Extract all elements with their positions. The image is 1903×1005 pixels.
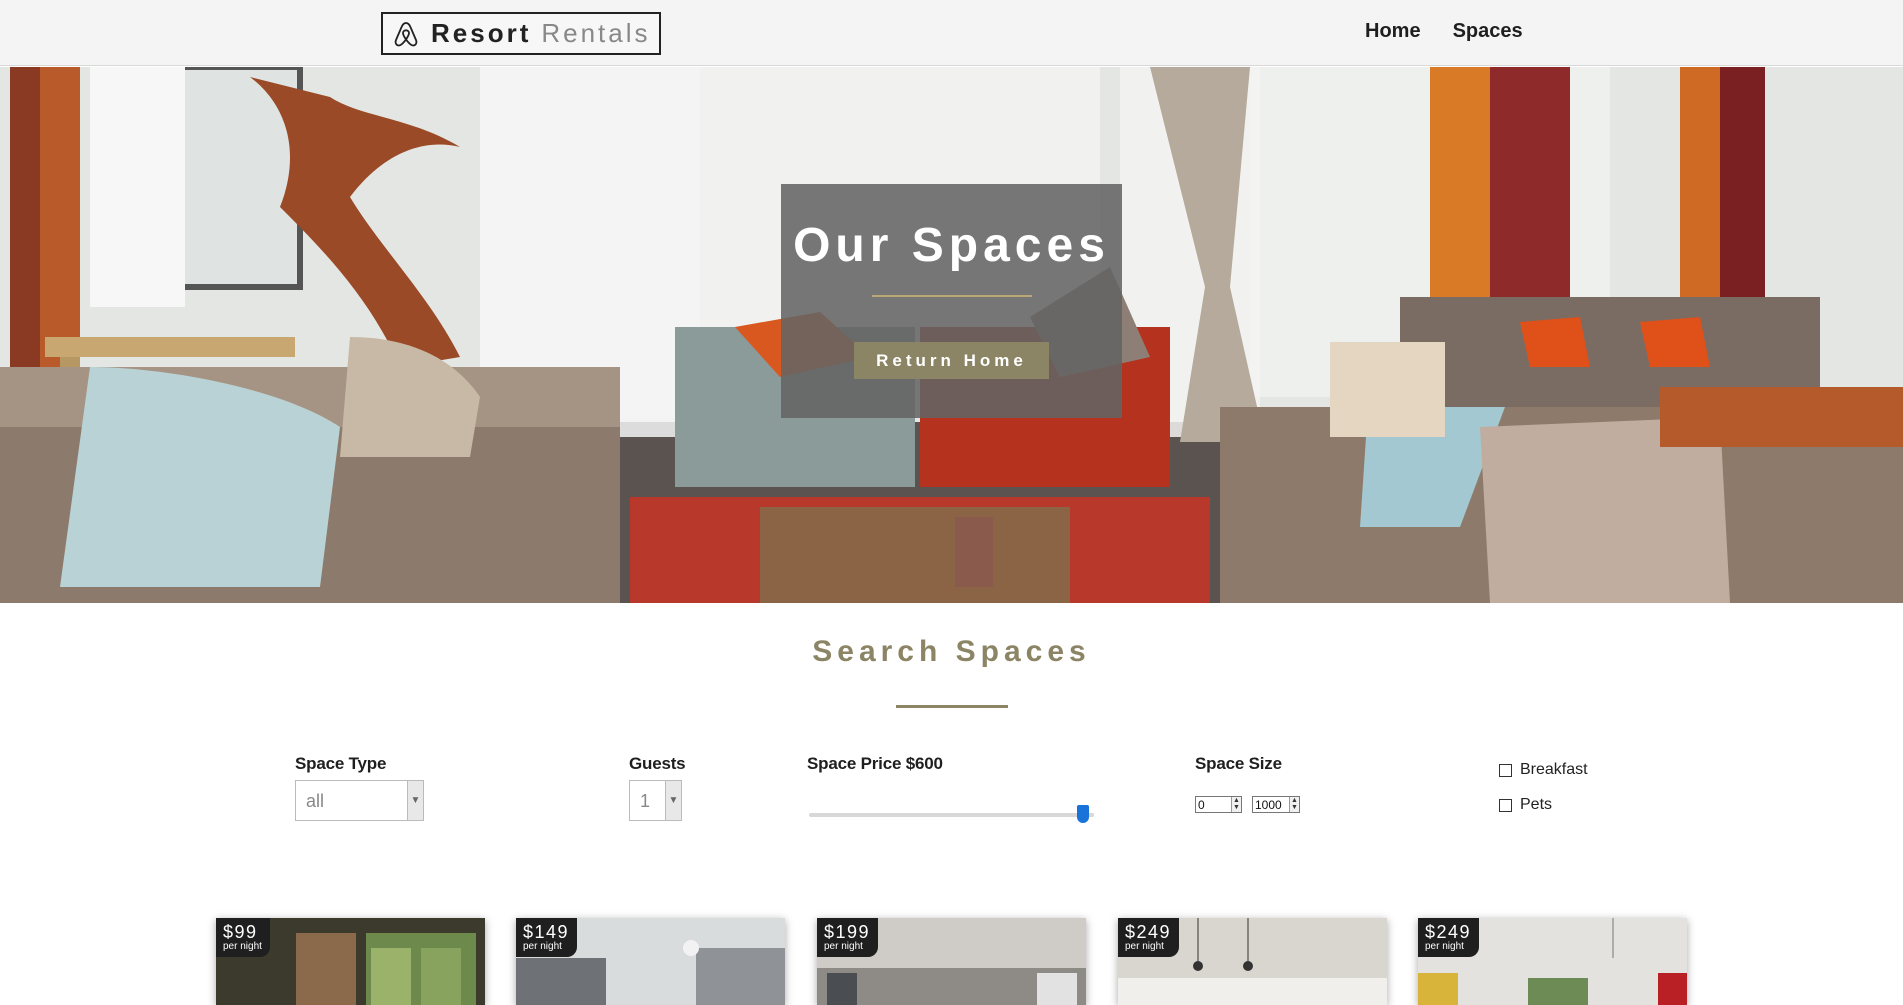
- pets-label: Pets: [1520, 796, 1553, 813]
- pets-checkbox[interactable]: [1499, 798, 1512, 812]
- breakfast-checkbox-row[interactable]: Breakfast: [1499, 761, 1588, 779]
- space-size-min-input[interactable]: 0 ▲ ▼: [1195, 796, 1242, 813]
- chevron-down-icon: ▼: [665, 781, 681, 820]
- card-price-unit: per night: [824, 941, 863, 952]
- guests-value: 1: [640, 791, 651, 811]
- space-card[interactable]: $249 per night: [1118, 918, 1387, 1005]
- breakfast-label: Breakfast: [1520, 761, 1588, 778]
- price-badge: $249 per night: [1118, 918, 1180, 957]
- guests-label: Guests: [629, 754, 686, 773]
- chevron-down-icon: ▼: [407, 781, 423, 820]
- nav-spaces[interactable]: Spaces: [1453, 20, 1523, 43]
- card-price: $249: [1425, 922, 1472, 942]
- return-home-button[interactable]: Return Home: [854, 342, 1049, 379]
- hero-banner: Our Spaces Return Home: [0, 67, 1903, 603]
- space-type-label: Space Type: [295, 754, 387, 773]
- nav-home[interactable]: Home: [1365, 20, 1421, 43]
- nav-links: Home Spaces: [1365, 20, 1523, 43]
- space-type-value: all: [306, 791, 325, 811]
- brand-name: Resort Rentals: [431, 18, 651, 48]
- price-badge: $149 per night: [516, 918, 578, 957]
- card-price: $99: [223, 922, 258, 942]
- card-price: $149: [523, 922, 570, 942]
- card-price: $249: [1125, 922, 1172, 942]
- space-type-select[interactable]: all ▼: [295, 780, 424, 821]
- stepper-icon[interactable]: ▲ ▼: [1289, 797, 1299, 812]
- space-size-max-input[interactable]: 1000 ▲ ▼: [1252, 796, 1300, 813]
- space-size-label: Space Size: [1195, 754, 1282, 773]
- airbnb-logo-icon: [394, 21, 418, 46]
- price-badge: $99 per night: [216, 918, 270, 957]
- search-section-title: Search Spaces: [812, 635, 1091, 668]
- brand-logo[interactable]: Resort Rentals: [381, 12, 661, 55]
- price-slider-thumb[interactable]: [1076, 805, 1089, 823]
- space-card[interactable]: $199 per night: [817, 918, 1086, 1005]
- space-card[interactable]: $249 per night: [1418, 918, 1687, 1005]
- hero-divider: [871, 295, 1032, 297]
- guests-select[interactable]: 1 ▼: [629, 780, 682, 821]
- pets-checkbox-row[interactable]: Pets: [1499, 796, 1552, 814]
- hero-title: Our Spaces: [793, 219, 1110, 272]
- navbar: Resort Rentals Home Spaces: [0, 0, 1903, 66]
- stepper-icon[interactable]: ▲ ▼: [1231, 797, 1241, 812]
- card-price-unit: per night: [523, 941, 562, 952]
- card-price-unit: per night: [223, 941, 262, 952]
- card-price: $199: [824, 922, 871, 942]
- price-badge: $249 per night: [1418, 918, 1480, 957]
- price-slider-track[interactable]: [809, 813, 1094, 817]
- hero-overlay-box: Our Spaces Return Home: [781, 184, 1122, 418]
- card-price-unit: per night: [1425, 941, 1464, 952]
- price-badge: $199 per night: [817, 918, 879, 957]
- space-price-label: Space Price $600: [807, 754, 943, 773]
- space-card[interactable]: $149 per night: [516, 918, 785, 1005]
- space-size-max-value: 1000: [1255, 798, 1282, 812]
- breakfast-checkbox[interactable]: [1499, 763, 1512, 777]
- search-divider: [896, 705, 1008, 708]
- space-card[interactable]: $99 per night: [216, 918, 485, 1005]
- card-price-unit: per night: [1125, 941, 1164, 952]
- space-size-min-value: 0: [1198, 798, 1205, 812]
